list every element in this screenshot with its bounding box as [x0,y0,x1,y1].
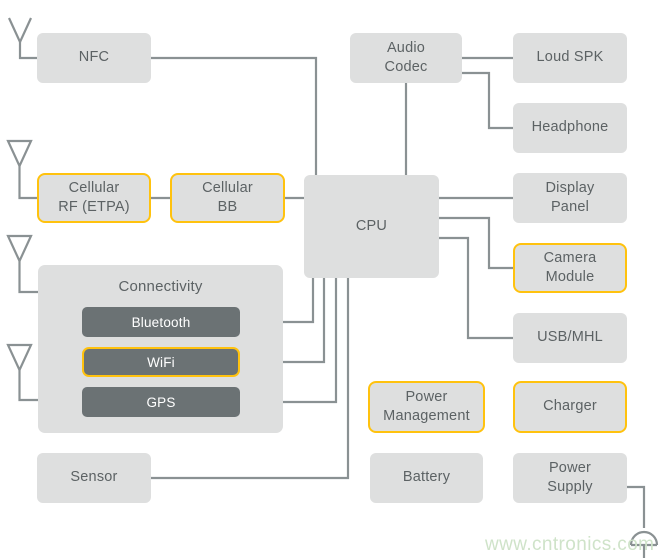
block-cellular-rf[interactable]: Cellular RF (ETPA) [37,173,151,223]
subblock-wifi-label: WiFi [147,354,175,370]
wire-audiocodec-headphone [462,71,513,130]
block-loud-spk-label: Loud SPK [536,49,604,66]
block-charger[interactable]: Charger [513,381,627,433]
block-nfc[interactable]: NFC [37,33,151,83]
block-audio-codec-label: Audio Codec [384,39,428,75]
block-cellular-bb[interactable]: Cellular BB [170,173,285,223]
block-battery-label: Battery [402,469,451,486]
subblock-bluetooth-label: Bluetooth [131,314,191,330]
block-power-management-label: Power Management [383,388,470,424]
block-power-management[interactable]: Power Management [368,381,485,433]
block-cellular-rf-label: Cellular RF (ETPA) [58,179,130,215]
wire-nfc-cpu [151,56,318,175]
block-display-panel-label: Display Panel [545,179,595,215]
block-cpu[interactable]: CPU [304,175,439,278]
block-camera-module[interactable]: Camera Module [513,243,627,293]
wire-cpu-usbmhl [439,236,513,340]
antenna-wifi-icon [6,234,38,294]
block-headphone-label: Headphone [531,119,609,136]
block-audio-codec[interactable]: Audio Codec [350,33,462,83]
block-battery[interactable]: Battery [370,453,483,503]
block-cpu-label: CPU [355,217,388,234]
subblock-gps[interactable]: GPS [82,387,240,417]
block-sensor[interactable]: Sensor [37,453,151,503]
wire-cpu-camera [439,216,513,270]
block-loud-spk[interactable]: Loud SPK [513,33,627,83]
subblock-bluetooth[interactable]: Bluetooth [82,307,240,337]
block-sensor-label: Sensor [70,469,118,486]
subblock-wifi[interactable]: WiFi [82,347,240,377]
antenna-cellular-icon [6,139,37,200]
block-camera-module-label: Camera Module [543,249,597,285]
antenna-nfc-icon [8,17,37,60]
block-display-panel[interactable]: Display Panel [513,173,627,223]
block-power-supply-label: Power Supply [547,459,593,495]
block-cellular-bb-label: Cellular BB [202,179,253,215]
antenna-gps-icon [6,343,38,402]
block-nfc-label: NFC [78,49,110,66]
block-charger-label: Charger [543,398,597,415]
block-power-supply[interactable]: Power Supply [513,453,627,503]
subblock-gps-label: GPS [146,394,176,410]
block-headphone[interactable]: Headphone [513,103,627,153]
group-connectivity-title: Connectivity [118,278,203,295]
block-usb-mhl-label: USB/MHL [537,329,603,346]
watermark: www.cntronics.com [485,534,655,555]
block-diagram-canvas: NFC Cellular RF (ETPA) Cellular BB Senso… [0,0,660,560]
block-usb-mhl[interactable]: USB/MHL [513,313,627,363]
